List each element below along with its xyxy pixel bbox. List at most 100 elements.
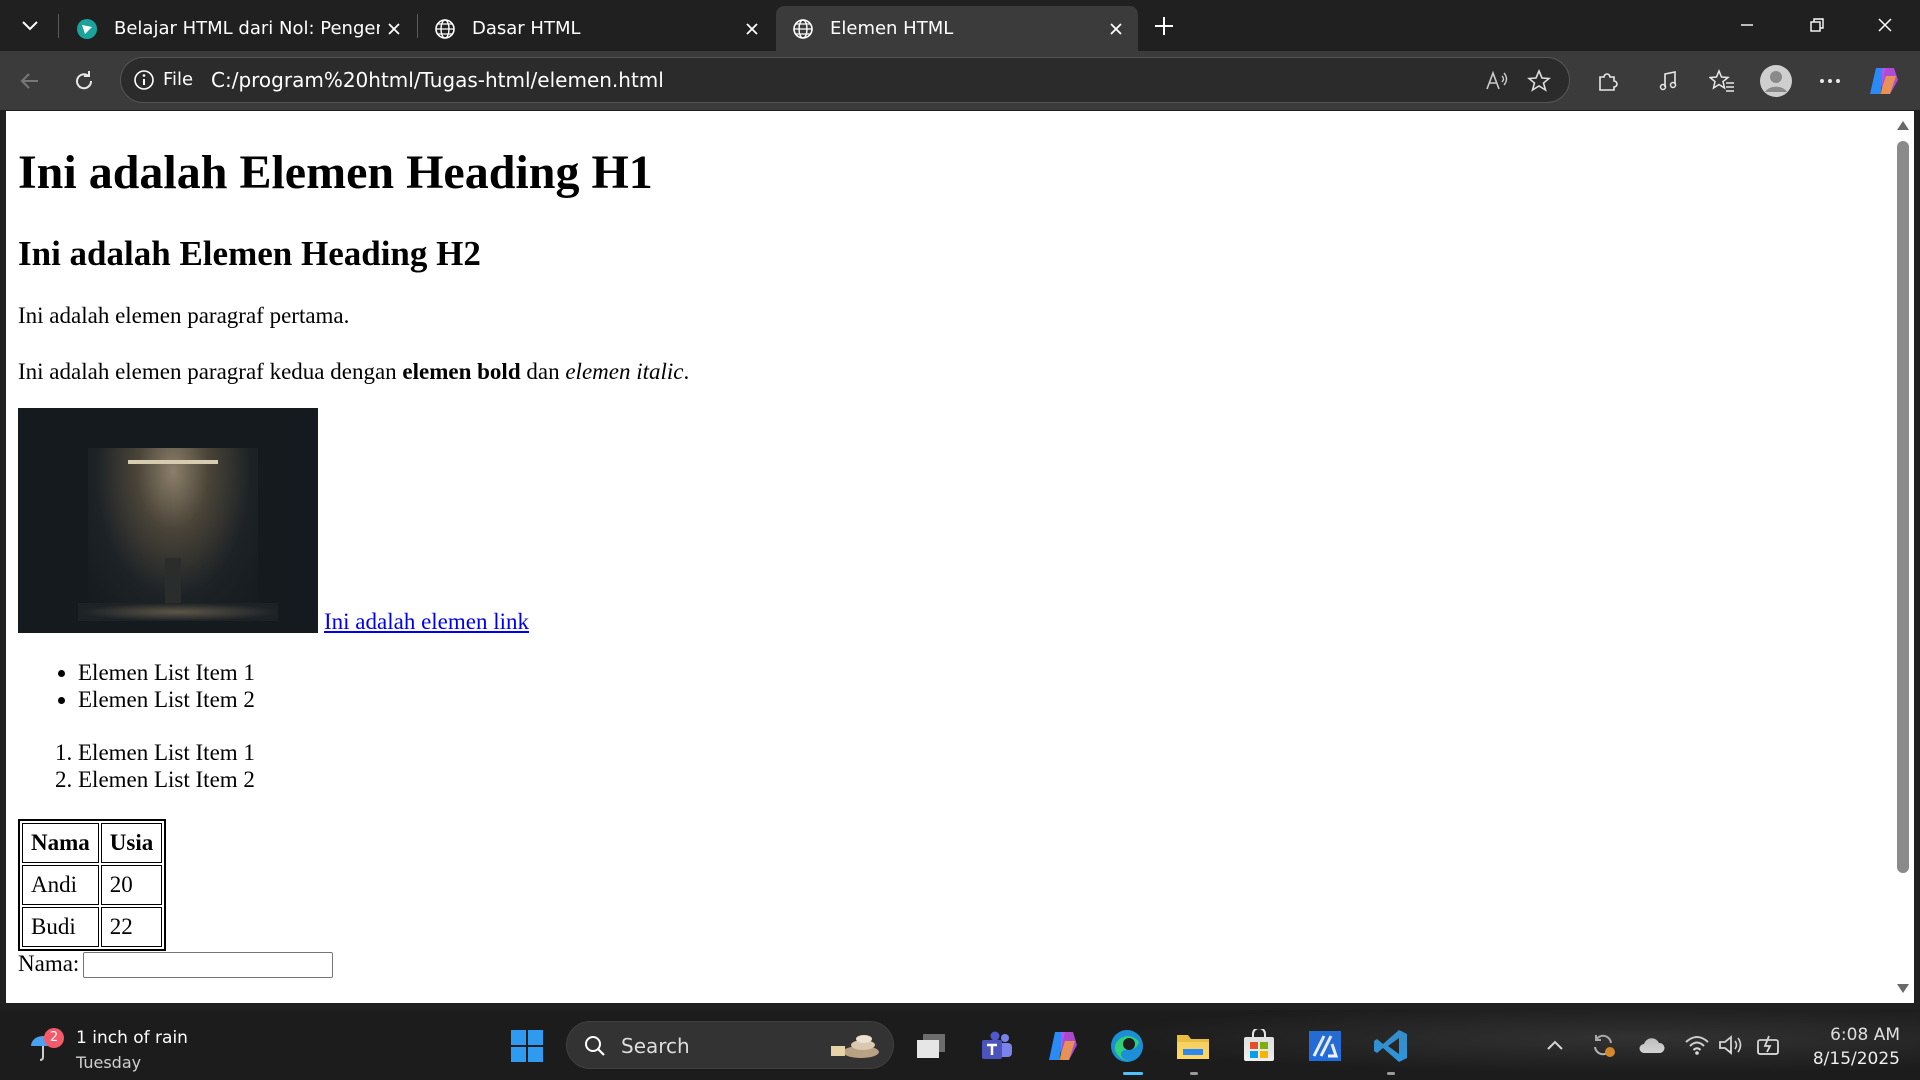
settings-more-button[interactable]: [1812, 63, 1848, 99]
running-app-indicator: [1387, 1072, 1395, 1075]
restore-button[interactable]: [1782, 0, 1852, 50]
heading-h2: Ini adalah Elemen Heading H2: [18, 234, 481, 274]
tab-actions-menu-button[interactable]: [14, 11, 46, 41]
plus-icon: [1155, 17, 1173, 35]
notification-badge: 2: [44, 1028, 64, 1048]
site-logo-icon: [76, 18, 98, 40]
tab-belajar-html[interactable]: Belajar HTML dari Nol: Pengenalan: [60, 6, 416, 51]
taskbar-search[interactable]: Search: [566, 1021, 894, 1069]
page-viewport[interactable]: Ini adalah Elemen Heading H1 Ini adalah …: [6, 111, 1892, 1003]
scroll-down-arrow-icon[interactable]: [1897, 984, 1909, 993]
tab-title: Elemen HTML: [830, 18, 954, 39]
cloud-icon: [1639, 1038, 1665, 1053]
bold-text: elemen bold: [402, 359, 521, 385]
minimize-icon: [1741, 24, 1753, 26]
table-cell: Budi: [22, 906, 99, 947]
scroll-up-arrow-icon[interactable]: [1897, 121, 1909, 130]
info-icon[interactable]: [133, 69, 155, 91]
speaker-icon: [1719, 1035, 1742, 1055]
globe-icon: [792, 18, 814, 40]
copilot-icon: [1049, 1032, 1077, 1060]
favorites-button[interactable]: [1704, 63, 1740, 99]
sync-tray-icon[interactable]: [1588, 1030, 1618, 1060]
copilot-app[interactable]: [1044, 1027, 1082, 1065]
browser-toolbar: File C:/program%20html/Tugas-html/elemen…: [0, 51, 1920, 110]
volume-tray-icon[interactable]: [1716, 1030, 1746, 1060]
microsoft-store-app[interactable]: [1240, 1027, 1278, 1065]
edge-app[interactable]: [1108, 1027, 1146, 1065]
star-icon: [1527, 69, 1551, 92]
paragraph-2: Ini adalah elemen paragraf kedua dengan …: [18, 358, 1880, 386]
onedrive-tray-icon[interactable]: [1636, 1030, 1666, 1060]
more-dots-icon: [1820, 79, 1840, 83]
italic-text: elemen italic: [565, 359, 684, 385]
paragraph-2-text-start: Ini adalah elemen paragraf kedua dengan: [18, 359, 403, 385]
table-row: Andi 20: [22, 864, 163, 905]
avatar-icon: [1760, 65, 1792, 97]
favorites-list-icon: [1709, 69, 1734, 92]
tab-elemen-html[interactable]: Elemen HTML: [776, 6, 1138, 51]
close-tab-icon[interactable]: [738, 15, 766, 43]
refresh-button[interactable]: [66, 63, 102, 99]
tab-separator: [58, 14, 59, 38]
task-view-button[interactable]: [912, 1027, 950, 1065]
paragraph-2-text-mid: dan: [520, 359, 566, 385]
copilot-icon: [1870, 68, 1898, 94]
table-row: Budi 22: [22, 906, 163, 947]
element-link[interactable]: Ini adalah elemen link: [324, 609, 529, 634]
refresh-icon: [76, 71, 93, 90]
new-tab-button[interactable]: [1148, 10, 1180, 42]
list-item: Elemen List Item 2: [78, 766, 1880, 793]
weather-text: 1 inch of rain: [76, 1028, 188, 1048]
app-logo-icon: [1309, 1031, 1341, 1061]
image-link-row: Ini adalah elemen link: [18, 407, 1880, 634]
clock-date: 8/15/2025: [1812, 1049, 1900, 1069]
vscode-app[interactable]: [1372, 1027, 1410, 1065]
scrollbar-thumb[interactable]: [1897, 141, 1909, 873]
battery-tray-icon[interactable]: [1754, 1030, 1784, 1060]
copilot-button[interactable]: [1866, 63, 1902, 99]
wifi-icon: [1685, 1036, 1709, 1055]
table-header-usia: Usia: [100, 822, 163, 863]
chevron-up-icon: [1547, 1040, 1563, 1050]
close-window-button[interactable]: [1850, 0, 1920, 50]
wifi-tray-icon[interactable]: [1682, 1030, 1712, 1060]
scheme-label: File: [163, 69, 194, 90]
page-scrollbar[interactable]: [1892, 111, 1914, 1003]
address-bar[interactable]: File C:/program%20html/Tugas-html/elemen…: [120, 57, 1570, 103]
media-control-button[interactable]: [1650, 63, 1686, 99]
windows-taskbar: 2 1 inch of rain Tuesday Search 6:08 AM …: [0, 1010, 1920, 1080]
back-button[interactable]: [12, 63, 48, 99]
extensions-button[interactable]: [1590, 63, 1626, 99]
name-input[interactable]: [83, 952, 334, 979]
edge-browser-icon: [1111, 1030, 1143, 1062]
system-clock[interactable]: 6:08 AM 8/15/2025: [1790, 1023, 1900, 1071]
start-button[interactable]: [508, 1027, 546, 1065]
globe-icon: [434, 18, 456, 40]
app-launcher[interactable]: [1306, 1027, 1344, 1065]
read-aloud-button[interactable]: [1481, 65, 1513, 97]
show-hidden-icons-button[interactable]: [1540, 1030, 1570, 1060]
street-lamp-image: [18, 407, 318, 633]
close-tab-icon[interactable]: [1102, 15, 1130, 43]
close-tab-icon[interactable]: [380, 15, 408, 43]
url-text[interactable]: C:/program%20html/Tugas-html/elemen.html: [211, 68, 664, 92]
teams-icon: [982, 1031, 1012, 1059]
restore-icon: [1810, 18, 1824, 32]
search-icon: [585, 1036, 605, 1056]
ordered-list: Elemen List Item 1 Elemen List Item 2: [18, 739, 1880, 793]
minimize-button[interactable]: [1712, 0, 1782, 50]
tab-dasar-html[interactable]: Dasar HTML: [418, 6, 774, 51]
data-table: Nama Usia Andi 20 Budi 22: [18, 818, 167, 951]
tab-title: Belajar HTML dari Nol: Pengenalan: [114, 18, 380, 39]
heading-h1: Ini adalah Elemen Heading H1: [18, 146, 653, 199]
paragraph-2-text-end: .: [683, 359, 690, 385]
teams-app[interactable]: [978, 1027, 1016, 1065]
favorite-button[interactable]: [1523, 65, 1555, 97]
file-explorer-app[interactable]: [1174, 1027, 1212, 1065]
weather-day: Tuesday: [76, 1053, 142, 1072]
name-form: Nama:: [18, 951, 1880, 979]
profile-button[interactable]: [1758, 63, 1794, 99]
running-app-indicator: [1190, 1072, 1198, 1075]
close-icon: [1878, 18, 1892, 32]
